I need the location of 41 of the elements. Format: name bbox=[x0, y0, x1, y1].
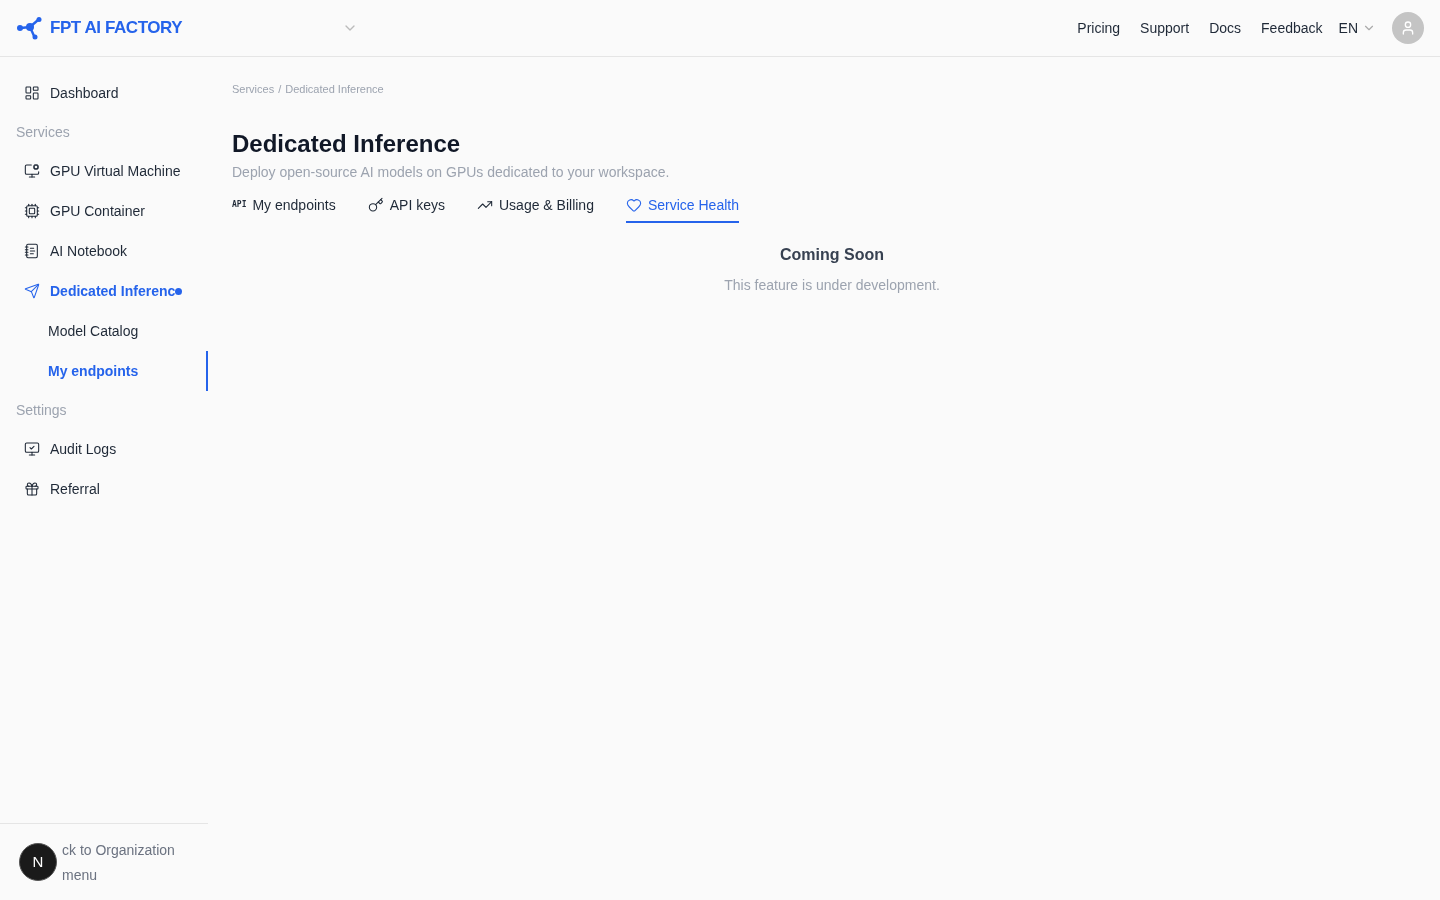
sidebar-item-icon bbox=[24, 163, 40, 179]
nav-link[interactable]: Docs bbox=[1209, 17, 1242, 39]
sidebar-subitem[interactable]: Model Catalog bbox=[0, 311, 208, 351]
sidebar-item-icon bbox=[24, 283, 40, 299]
sidebar-section-label: Settings bbox=[15, 400, 68, 420]
tab[interactable]: Service Health bbox=[625, 190, 739, 223]
tab[interactable]: Usage & Billing bbox=[477, 190, 594, 223]
nav-link[interactable]: Feedback bbox=[1261, 17, 1323, 39]
dev-badge[interactable]: N bbox=[19, 843, 57, 881]
empty-state-title: Coming Soon bbox=[780, 244, 884, 265]
breadcrumb-separator: / bbox=[278, 82, 282, 97]
sidebar-item[interactable]: Dashboard bbox=[0, 73, 208, 113]
nav-link[interactable]: Support bbox=[1140, 17, 1190, 39]
sidebar-item-icon bbox=[24, 85, 40, 101]
page-subtitle: Deploy open-source AI models on GPUs dedicated to your workspace. bbox=[232, 162, 671, 182]
page-title: Dedicated Inference bbox=[232, 128, 462, 159]
nav-link[interactable]: Pricing bbox=[1077, 17, 1121, 39]
heart-icon bbox=[625, 196, 642, 213]
sidebar-item[interactable]: GPU Container bbox=[0, 191, 208, 231]
tab[interactable]: API keys bbox=[367, 190, 445, 223]
empty-state-message: This feature is under development. bbox=[724, 275, 940, 295]
key-icon bbox=[367, 196, 384, 213]
sidebar-item[interactable]: Referral bbox=[0, 469, 208, 509]
sidebar-item[interactable]: AI Notebook bbox=[0, 231, 208, 271]
sidebar-item-icon bbox=[24, 203, 40, 219]
user-icon bbox=[1400, 20, 1416, 36]
avatar[interactable] bbox=[1392, 12, 1424, 44]
sidebar-section-label: Services bbox=[15, 122, 71, 142]
language-select[interactable]: EN bbox=[1338, 17, 1376, 39]
tab[interactable]: API My endpoints bbox=[232, 190, 336, 223]
sidebar-item-icon bbox=[24, 243, 40, 259]
back-link[interactable]: menu bbox=[62, 865, 98, 886]
back-link[interactable]: ck to Organization bbox=[62, 840, 175, 861]
brand-name[interactable]: FPT AI FACTORY bbox=[50, 15, 183, 41]
sidebar-item[interactable]: Audit Logs bbox=[0, 429, 208, 469]
sidebar-item-icon bbox=[24, 441, 40, 457]
sidebar-item[interactable]: Dedicated Inferenc bbox=[0, 271, 208, 311]
sidebar-item[interactable]: GPU Virtual Machine bbox=[0, 151, 208, 191]
sidebar-item-icon bbox=[24, 481, 40, 497]
network-logo-icon bbox=[16, 16, 44, 40]
sidebar-subitem[interactable]: My endpoints bbox=[0, 351, 208, 391]
